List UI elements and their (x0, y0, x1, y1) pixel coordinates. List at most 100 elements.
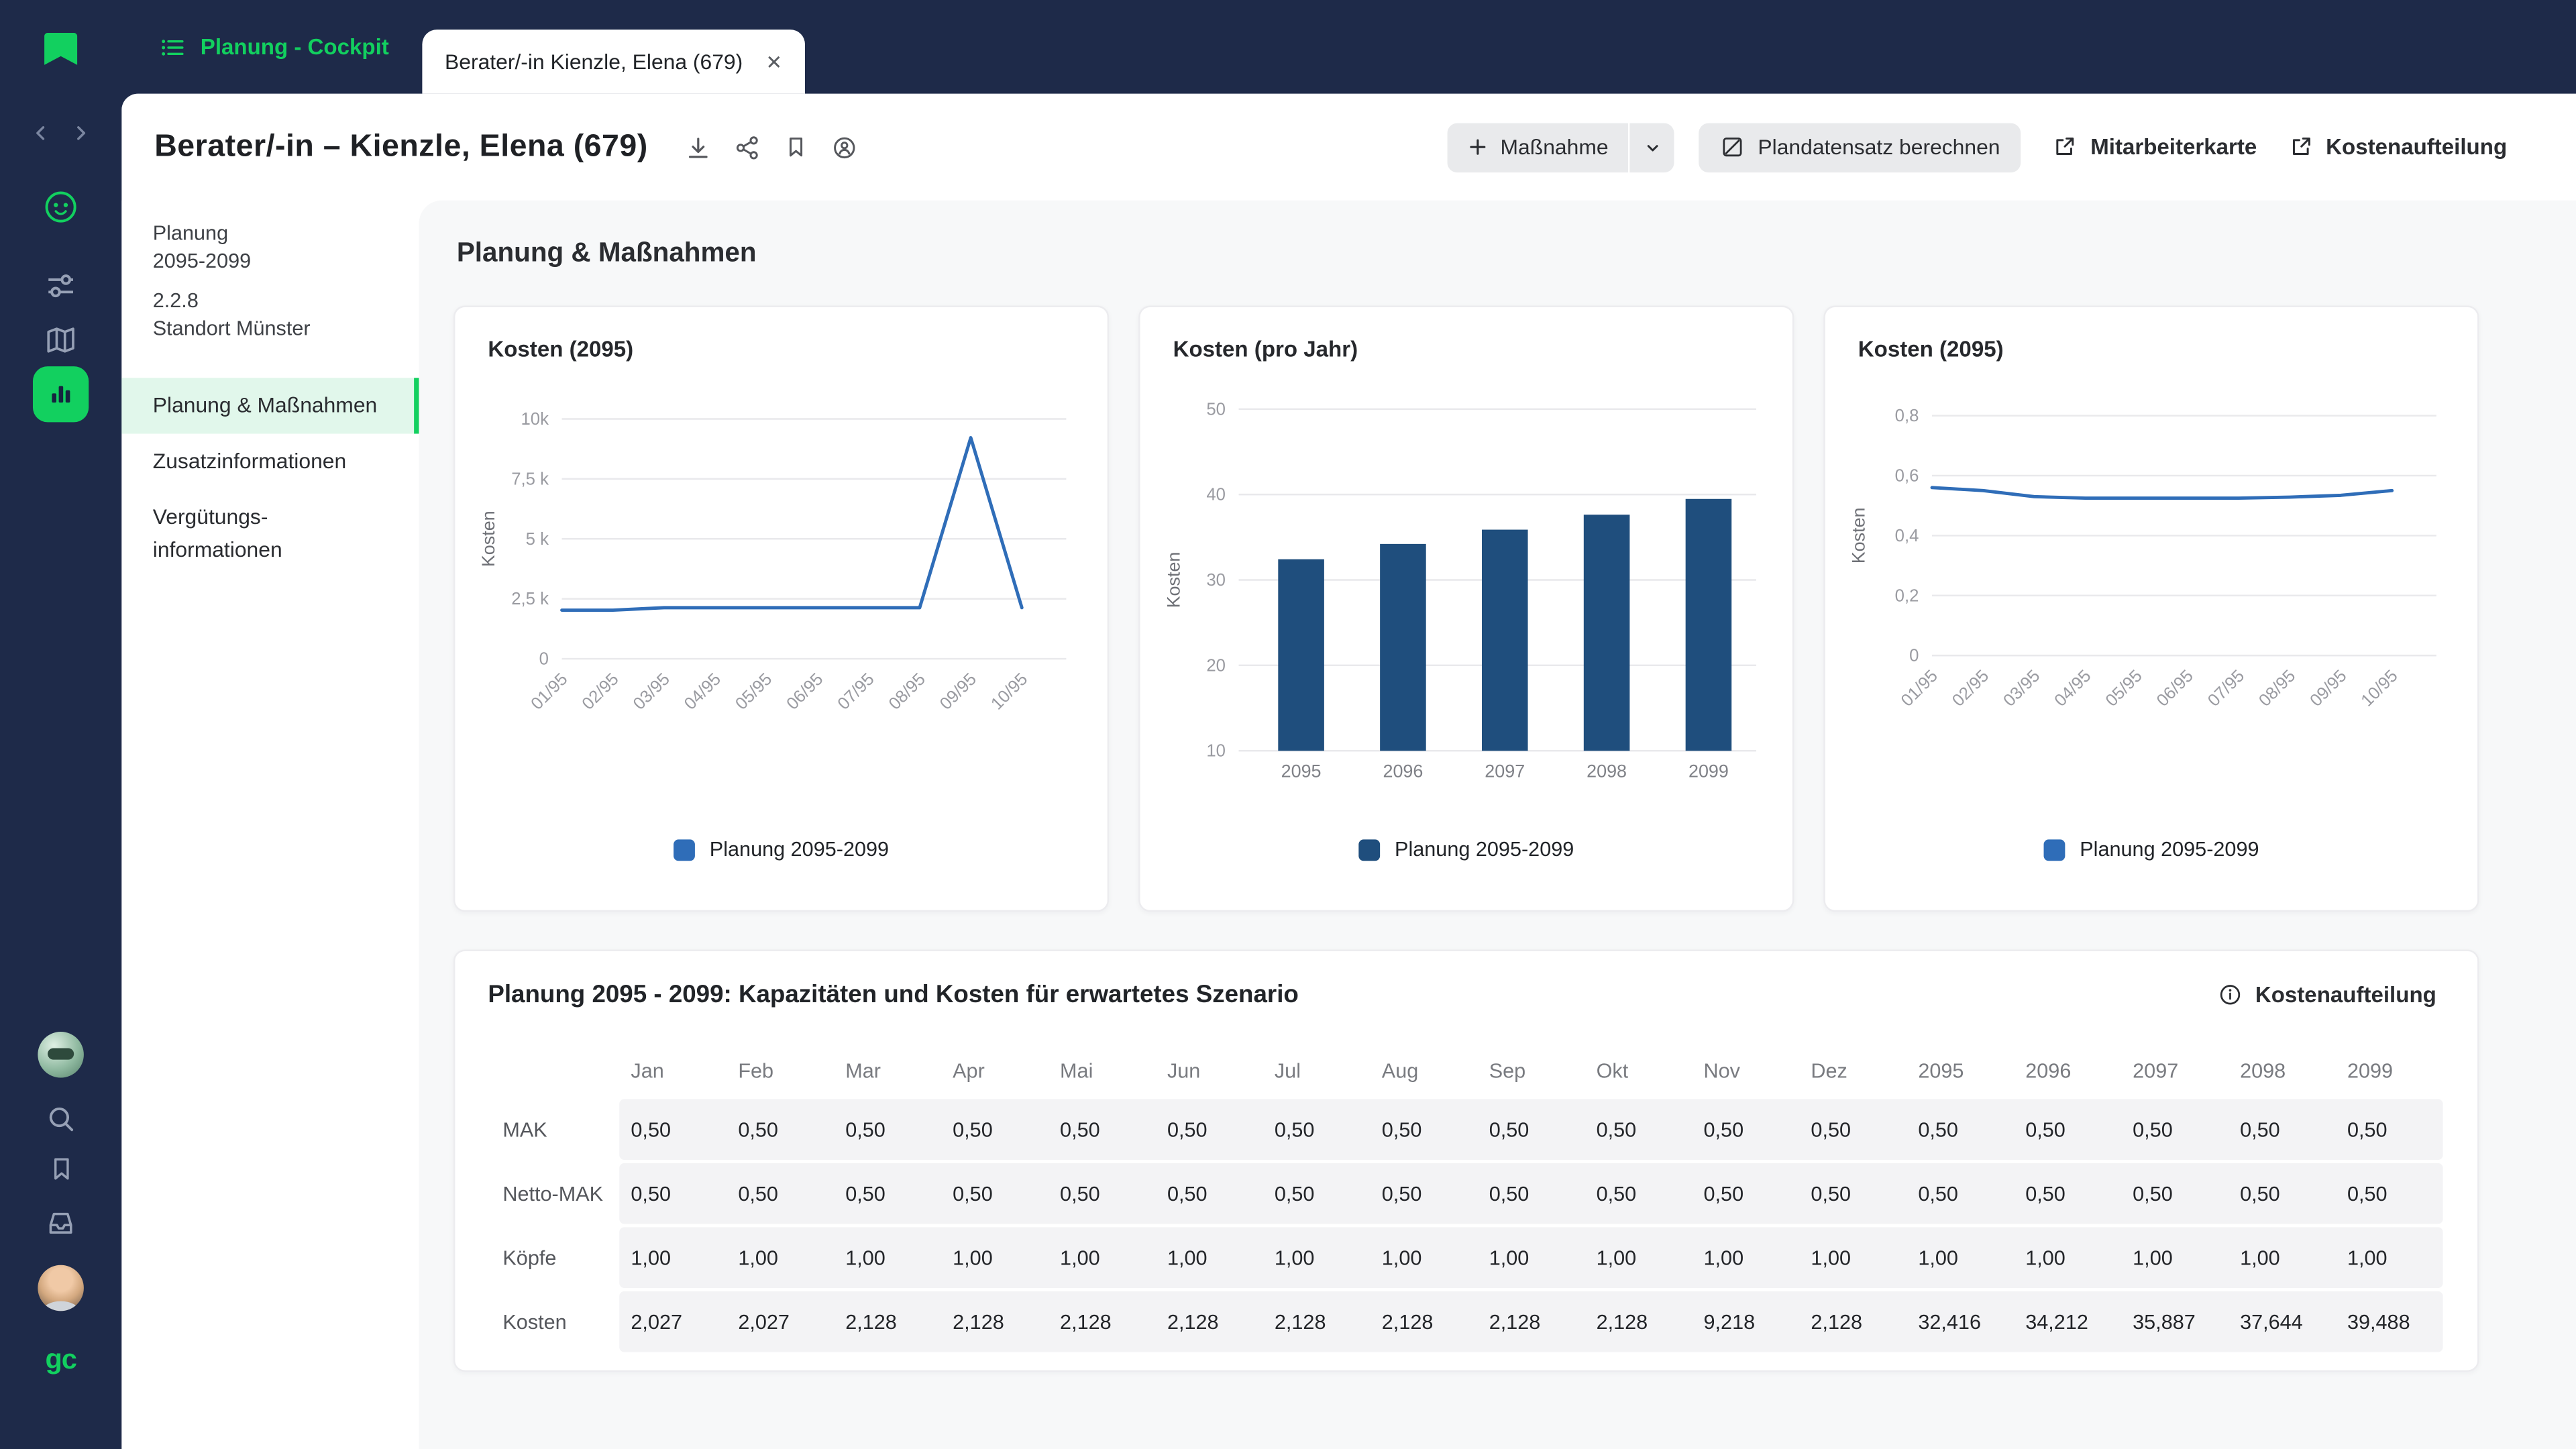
legend-swatch (1358, 839, 1380, 860)
svg-text:40: 40 (1206, 486, 1226, 504)
link-label: Kostenaufteilung (2326, 135, 2507, 160)
app-logo-icon (38, 28, 84, 74)
add-massnahme-button[interactable]: Maßnahme (1448, 122, 1628, 171)
plan-label: Planung (153, 220, 419, 248)
download-icon[interactable] (686, 134, 712, 160)
svg-text:09/95: 09/95 (936, 669, 980, 713)
row-label: Köpfe (488, 1227, 619, 1288)
bookmark-icon[interactable] (0, 1155, 121, 1183)
legend-label: Planung 2095-2099 (1395, 838, 1574, 861)
tab-employee[interactable]: Berater/-in Kienzle, Elena (679) ✕ (422, 30, 806, 94)
table-cell: 1,00 (1585, 1227, 1692, 1288)
row-label: Kosten (488, 1291, 619, 1352)
table-cell: 0,50 (1156, 1163, 1263, 1224)
table-cell: 0,50 (1478, 1163, 1585, 1224)
assistant-icon[interactable] (0, 187, 121, 227)
nav-planung-massnahmen[interactable]: Planung & Maßnahmen (121, 378, 419, 433)
chart-legend[interactable]: Planung 2095-2099 (455, 838, 1107, 861)
column-header: Feb (727, 1046, 834, 1095)
table-cell: 1,00 (834, 1227, 941, 1288)
bookmark-icon[interactable] (784, 135, 809, 160)
version-label: 2.2.8 (153, 288, 419, 316)
chart-legend[interactable]: Planung 2095-2099 (1140, 838, 1792, 861)
table-cell: 2,128 (1049, 1291, 1156, 1352)
table-cell: 35,887 (2121, 1291, 2229, 1352)
svg-text:Kosten: Kosten (1849, 507, 1869, 564)
close-icon[interactable]: ✕ (766, 52, 783, 71)
analytics-nav-active[interactable] (0, 366, 121, 422)
plandatensatz-button[interactable]: Plandatensatz berechnen (1699, 122, 2021, 171)
svg-text:5 k: 5 k (526, 530, 549, 549)
table-cell: 0,50 (941, 1163, 1049, 1224)
row-band: 2,0272,0272,1282,1282,1282,1282,1282,128… (619, 1291, 2443, 1352)
title-actions (686, 134, 858, 160)
profile-circle-icon[interactable] (832, 134, 858, 160)
user-avatar[interactable] (0, 1265, 121, 1311)
share-icon[interactable] (735, 134, 761, 160)
rail-collapse-controls (0, 121, 121, 144)
table-cell: 0,50 (1478, 1099, 1585, 1160)
svg-text:06/95: 06/95 (783, 669, 826, 713)
tab-bar: Planung - Cockpit Berater/-in Kienzle, E… (121, 0, 2576, 94)
mitarbeiterkarte-link[interactable]: Mitarbeiterkarte (2053, 135, 2257, 160)
svg-text:02/95: 02/95 (578, 669, 622, 713)
massnahme-dropdown-button[interactable] (1629, 122, 1674, 171)
legend-label: Planung 2095-2099 (710, 838, 889, 861)
table-cell: 0,50 (2336, 1099, 2443, 1160)
tab-label: Planung - Cockpit (201, 34, 389, 59)
column-header: 2098 (2229, 1046, 2336, 1095)
svg-text:08/95: 08/95 (2255, 666, 2299, 710)
external-link-icon (2053, 135, 2078, 160)
row-band: 0,500,500,500,500,500,500,500,500,500,50… (619, 1163, 2443, 1224)
column-header: Jun (1156, 1046, 1263, 1095)
massnahme-split-button: Maßnahme (1448, 122, 1674, 171)
svg-text:08/95: 08/95 (885, 669, 929, 713)
header-band: JanFebMarAprMaiJunJulAugSepOktNovDez2095… (619, 1046, 2443, 1095)
column-header: Jan (619, 1046, 727, 1095)
tab-planung-cockpit[interactable]: Planung - Cockpit (156, 0, 409, 94)
chevron-left-icon[interactable] (30, 121, 52, 144)
search-icon[interactable] (0, 1104, 121, 1134)
sliders-icon[interactable] (0, 270, 121, 303)
table-cell: 32,416 (1907, 1291, 2014, 1352)
table-cell: 39,488 (2336, 1291, 2443, 1352)
kostenaufteilung-info-link[interactable]: Kostenaufteilung (2218, 982, 2436, 1007)
table-cell: 0,50 (2121, 1099, 2229, 1160)
column-header: 2095 (1907, 1046, 2014, 1095)
row-band: 0,500,500,500,500,500,500,500,500,500,50… (619, 1099, 2443, 1160)
info-icon (2218, 982, 2243, 1007)
app-logo[interactable] (0, 28, 121, 74)
legend-swatch (674, 839, 695, 860)
svg-text:0,4: 0,4 (1895, 527, 1919, 545)
svg-text:09/95: 09/95 (2306, 666, 2350, 710)
inbox-icon[interactable] (0, 1208, 121, 1237)
table-cell: 37,644 (2229, 1291, 2336, 1352)
table-cell: 0,50 (1585, 1163, 1692, 1224)
nav-zusatzinformationen[interactable]: Zusatzinformationen (121, 434, 419, 490)
kostenaufteilung-link[interactable]: Kostenaufteilung (2288, 135, 2507, 160)
map-icon[interactable] (0, 323, 121, 356)
plan-table: JanFebMarAprMaiJunJulAugSepOktNovDez2095… (488, 1046, 2443, 1355)
plus-icon (1468, 136, 1489, 158)
table-cell: 0,50 (1263, 1099, 1371, 1160)
column-header: Mar (834, 1046, 941, 1095)
column-header: Apr (941, 1046, 1049, 1095)
column-header: 2099 (2336, 1046, 2443, 1095)
chart-legend[interactable]: Planung 2095-2099 (1825, 838, 2477, 861)
chart-card-kosten-2095-monthly: Kosten (2095) 02,5 k5 k7,5 k10kKosten01/… (453, 306, 1109, 912)
table-header-row: JanFebMarAprMaiJunJulAugSepOktNovDez2095… (488, 1046, 2443, 1095)
table-cell: 0,50 (2121, 1163, 2229, 1224)
svg-text:10k: 10k (521, 410, 549, 429)
row-label: Netto-MAK (488, 1163, 619, 1224)
chart-card-kosten-2095-ratio: Kosten (2095) 00,20,40,60,8Kosten01/9502… (1823, 306, 2479, 912)
nav-verguetungsinformationen[interactable]: Vergütungs-informationen (121, 490, 419, 578)
table-cell: 0,50 (941, 1099, 1049, 1160)
column-header: 2097 (2121, 1046, 2229, 1095)
column-header: Sep (1478, 1046, 1585, 1095)
chart-title: Kosten (2095) (1858, 337, 2004, 362)
table-cell: 0,50 (834, 1163, 941, 1224)
table-cell: 2,128 (941, 1291, 1049, 1352)
table-cell: 1,00 (2121, 1227, 2229, 1288)
chevron-right-icon[interactable] (69, 121, 92, 144)
bot-avatar[interactable] (0, 1032, 121, 1078)
